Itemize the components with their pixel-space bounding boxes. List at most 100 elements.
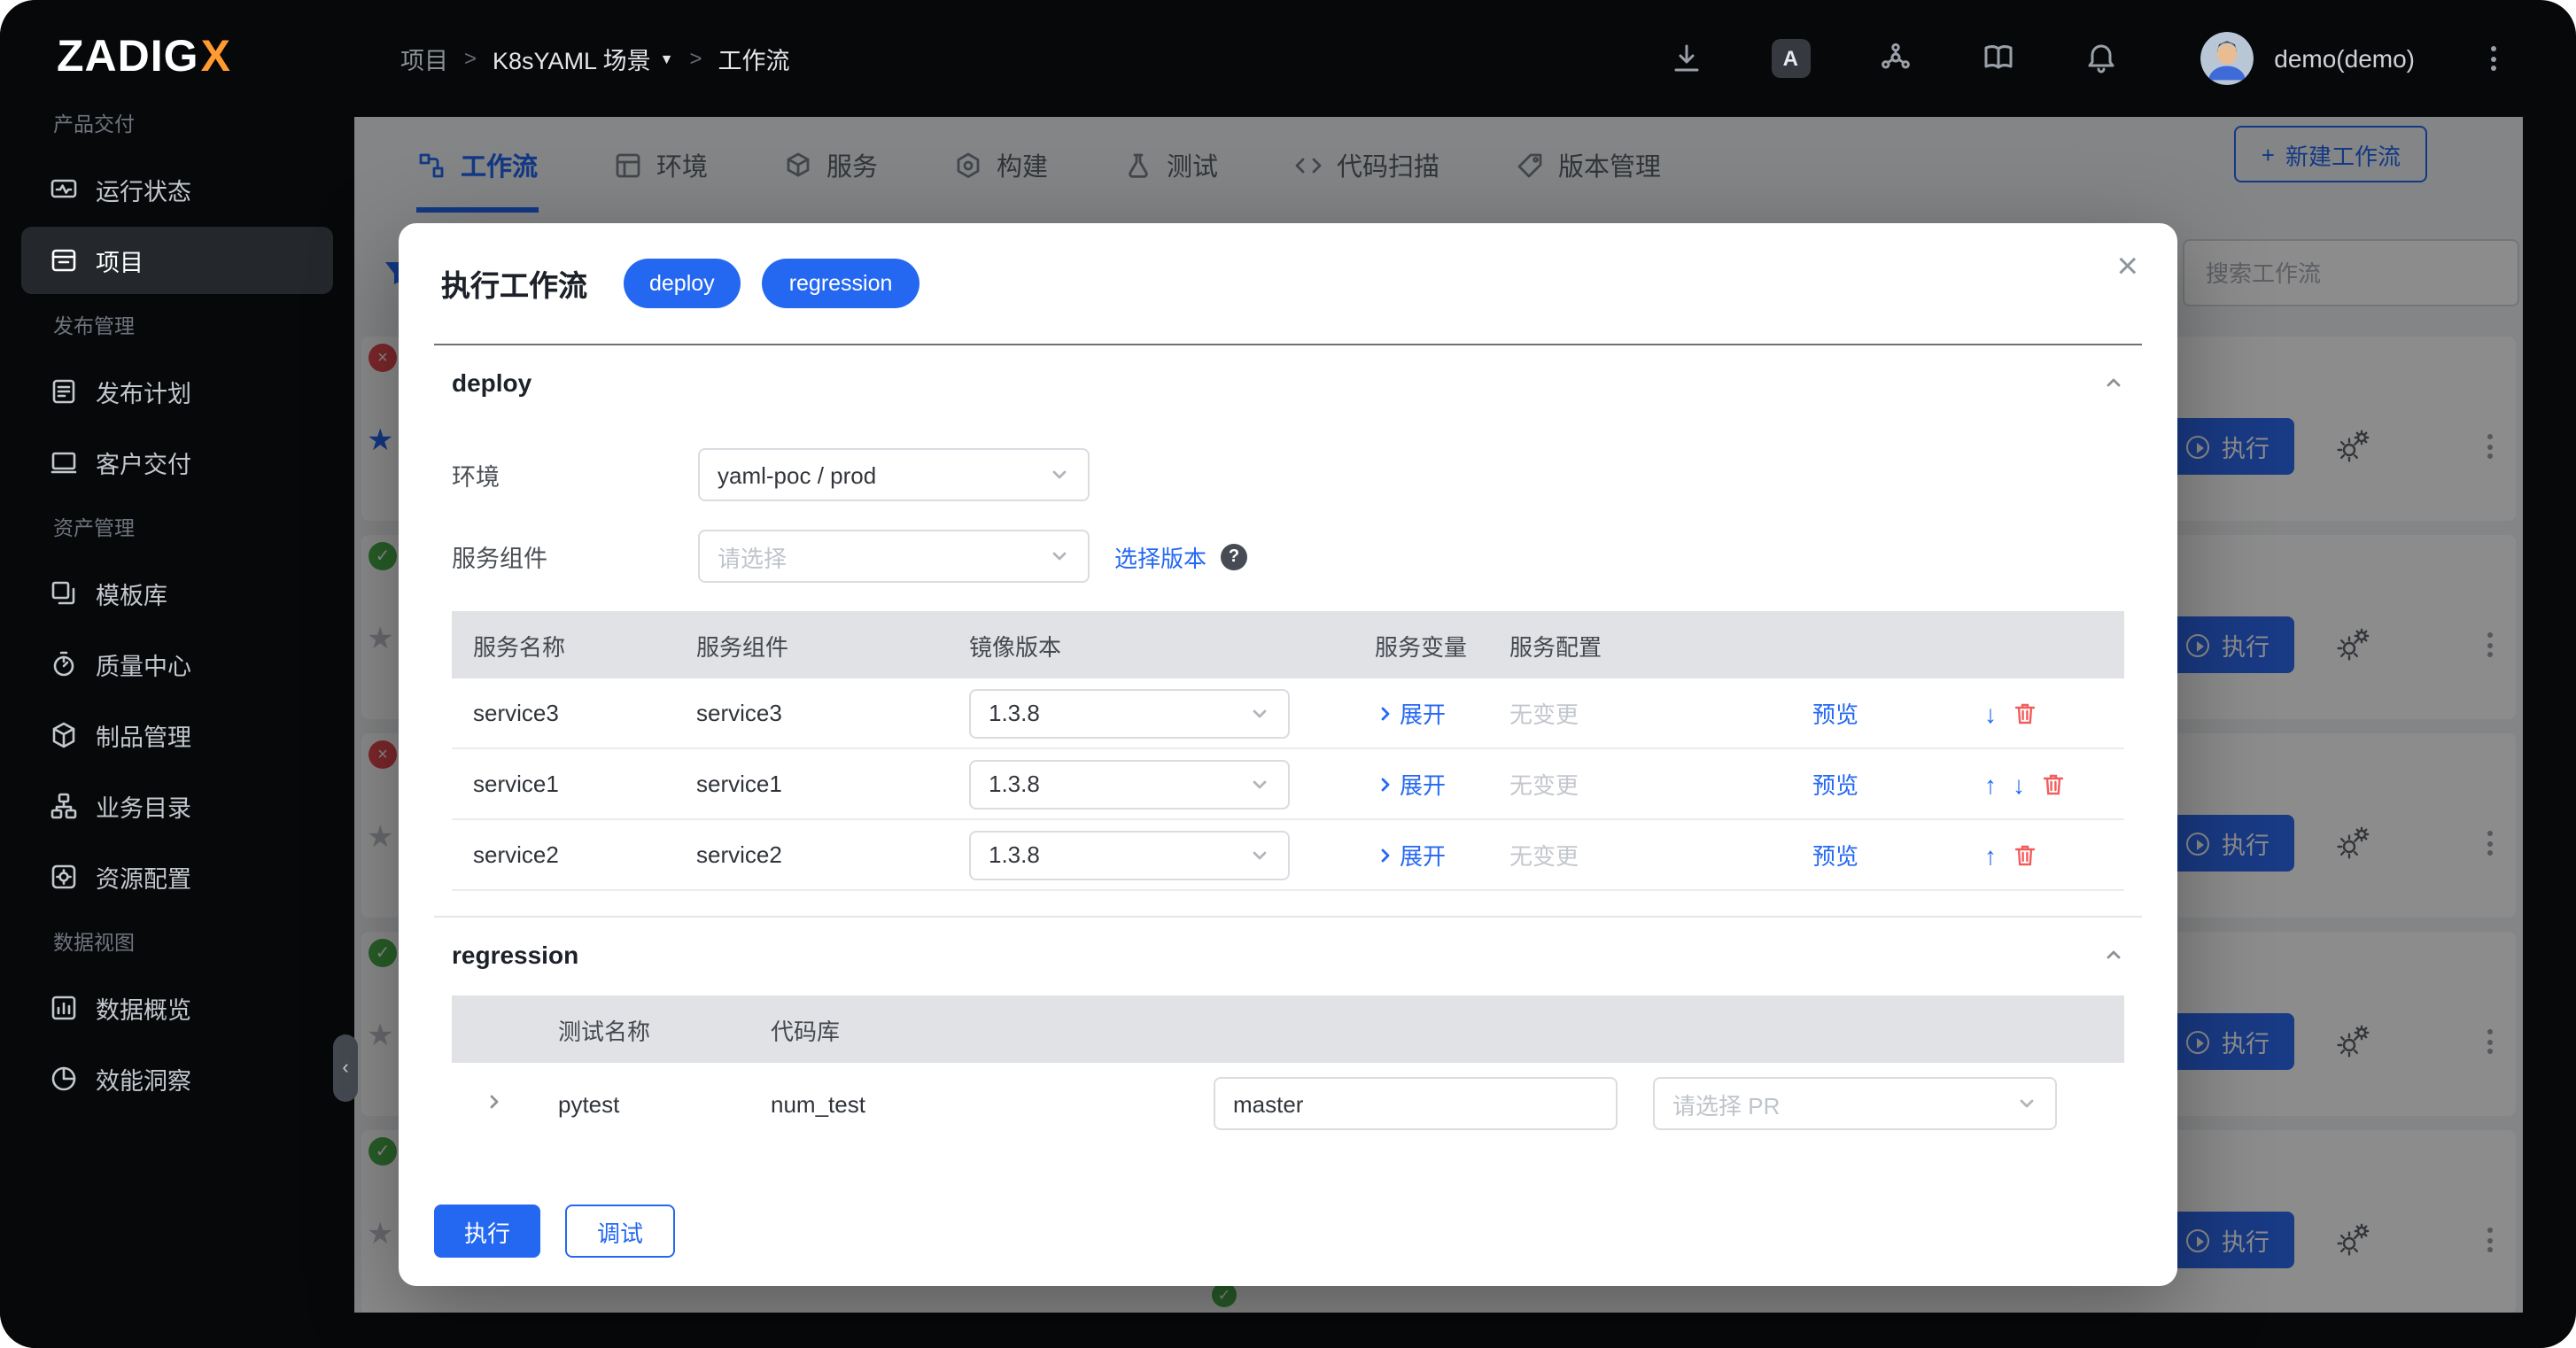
download-icon[interactable] — [1668, 41, 1703, 76]
delete-trash-icon[interactable] — [2041, 771, 2066, 796]
col-service-component: 服务组件 — [675, 628, 948, 662]
expand-vars-link[interactable]: 展开 — [1375, 838, 1446, 872]
breadcrumb: 项目 > K8sYAML 场景 ▼ > 工作流 — [400, 41, 789, 76]
image-version-select[interactable]: 1.3.8 — [969, 759, 1290, 809]
quality-icon — [50, 650, 78, 678]
regression-section-header[interactable]: regression — [434, 918, 2142, 992]
sidebar-item-template-library[interactable]: 模板库 — [21, 560, 333, 627]
expand-vars-link[interactable]: 展开 — [1375, 767, 1446, 801]
expand-vars-link[interactable]: 展开 — [1375, 696, 1446, 730]
sidebar-item-label: 质量中心 — [96, 647, 191, 682]
service-name: service3 — [452, 700, 675, 726]
template-icon — [50, 579, 78, 608]
chevron-left-icon: ‹ — [342, 1057, 348, 1079]
bar-chart-icon — [50, 994, 78, 1022]
help-icon[interactable]: ? — [1221, 543, 1247, 569]
close-icon[interactable]: × — [2116, 248, 2138, 285]
expand-label: 展开 — [1400, 696, 1446, 730]
chevron-right-icon — [1375, 702, 1396, 724]
col-test-name: 测试名称 — [537, 1012, 749, 1046]
topbar-icons: A — [1668, 39, 2118, 78]
translate-icon[interactable]: A — [1771, 39, 1810, 78]
sidebar-item-label: 效能洞察 — [96, 1061, 191, 1096]
image-version-select[interactable]: 1.3.8 — [969, 688, 1290, 738]
modal-run-button[interactable]: 执行 — [434, 1205, 540, 1258]
sidebar-item-projects[interactable]: 项目 — [21, 227, 333, 294]
delete-trash-icon[interactable] — [2013, 701, 2037, 725]
expand-row-icon[interactable] — [484, 1090, 505, 1112]
pr-select[interactable]: 请选择 PR — [1653, 1077, 2057, 1130]
choose-version-link[interactable]: 选择版本 — [1114, 539, 1207, 573]
preview-link[interactable]: 预览 — [1812, 772, 1858, 799]
sidebar-item-data-overview[interactable]: 数据概览 — [21, 974, 333, 1042]
deploy-section-header[interactable]: deploy — [434, 345, 2142, 420]
logo-accent: X — [201, 31, 231, 82]
sidebar-item-label: 模板库 — [96, 576, 167, 611]
move-up-icon[interactable]: ↑ — [1984, 771, 1997, 796]
stage-pill-regression[interactable]: regression — [763, 259, 919, 308]
sidebar-item-label: 业务目录 — [96, 788, 191, 824]
move-down-icon[interactable]: ↓ — [1984, 701, 1997, 725]
artifact-icon — [50, 721, 78, 749]
sidebar-item-quality-center[interactable]: 质量中心 — [21, 631, 333, 698]
image-version-select[interactable]: 1.3.8 — [969, 830, 1290, 879]
col-service-config: 服务配置 — [1488, 628, 1765, 662]
pr-select-placeholder: 请选择 PR — [1672, 1087, 1780, 1120]
zadigx-logo[interactable]: ZADIGX — [0, 21, 354, 92]
apps-cluster-icon[interactable] — [1877, 41, 1913, 76]
service-component-select[interactable]: 请选择 — [698, 530, 1090, 583]
modal-footer: 执行 调试 — [399, 1183, 2177, 1286]
move-up-icon[interactable]: ↑ — [1984, 842, 1997, 867]
sidebar-item-running-status[interactable]: 运行状态 — [21, 156, 333, 223]
chevron-down-icon — [1249, 844, 1270, 865]
test-name: pytest — [537, 1090, 749, 1117]
sidebar-item-release-plan[interactable]: 发布计划 — [21, 358, 333, 425]
env-select-value: yaml-poc / prod — [718, 461, 876, 488]
branch-input[interactable] — [1214, 1077, 1618, 1130]
modal-body: deploy 环境 yaml-poc / prod 服务组件 请 — [399, 344, 2177, 1183]
chevron-down-icon — [1249, 773, 1270, 794]
sidebar-item-resource-config[interactable]: 资源配置 — [21, 843, 333, 910]
image-version-value: 1.3.8 — [989, 771, 1040, 797]
service-table-header: 服务名称 服务组件 镜像版本 服务变量 服务配置 — [452, 611, 2124, 678]
resource-gear-icon — [50, 863, 78, 891]
chevron-right-icon — [1375, 773, 1396, 794]
breadcrumb-workflows: 工作流 — [718, 41, 789, 76]
sidebar-collapse-handle[interactable]: ‹ — [333, 1034, 358, 1102]
delete-trash-icon[interactable] — [2013, 842, 2037, 867]
image-version-value: 1.3.8 — [989, 841, 1040, 868]
service-component: service2 — [675, 841, 948, 868]
breadcrumb-project-selector[interactable]: K8sYAML 场景 ▼ — [493, 41, 673, 76]
bell-icon[interactable] — [2083, 41, 2118, 76]
section-label: deploy — [452, 368, 531, 397]
sidebar-item-artifact-mgmt[interactable]: 制品管理 — [21, 701, 333, 769]
deploy-panel: 环境 yaml-poc / prod 服务组件 请选择 选择版本 — [434, 448, 2142, 916]
chevron-up-icon — [2103, 372, 2124, 393]
sidebar-section-release-mgmt: 发布管理 — [0, 301, 354, 354]
sidebar-item-performance-insight[interactable]: 效能洞察 — [21, 1045, 333, 1112]
sidebar-item-customer-delivery[interactable]: 客户交付 — [21, 429, 333, 496]
sidebar-item-label: 客户交付 — [96, 445, 191, 480]
sidebar-item-business-catalog[interactable]: 业务目录 — [21, 772, 333, 840]
sidebar-item-label: 项目 — [96, 243, 144, 278]
chevron-down-icon — [1249, 702, 1270, 724]
expand-label: 展开 — [1400, 767, 1446, 801]
plan-icon — [50, 377, 78, 406]
breadcrumb-projects[interactable]: 项目 — [400, 41, 448, 76]
modal-title: 执行工作流 — [441, 262, 587, 305]
stage-pill-deploy[interactable]: deploy — [623, 259, 741, 308]
col-image-version: 镜像版本 — [948, 628, 1357, 662]
sidebar-section-asset-mgmt: 资产管理 — [0, 503, 354, 556]
col-service-name: 服务名称 — [452, 628, 675, 662]
move-down-icon[interactable]: ↓ — [2013, 771, 2025, 796]
modal-debug-button[interactable]: 调试 — [565, 1205, 675, 1258]
docs-book-icon[interactable] — [1980, 41, 2015, 76]
modal-header: 执行工作流 deploy regression × — [399, 223, 2177, 344]
sidebar-item-label: 发布计划 — [96, 374, 191, 409]
service-component: service3 — [675, 700, 948, 726]
topbar-kebab-menu[interactable] — [2486, 36, 2502, 81]
preview-link[interactable]: 预览 — [1812, 843, 1858, 870]
preview-link[interactable]: 预览 — [1812, 701, 1858, 728]
env-select[interactable]: yaml-poc / prod — [698, 448, 1090, 501]
user-menu[interactable]: demo(demo) — [2200, 32, 2415, 85]
